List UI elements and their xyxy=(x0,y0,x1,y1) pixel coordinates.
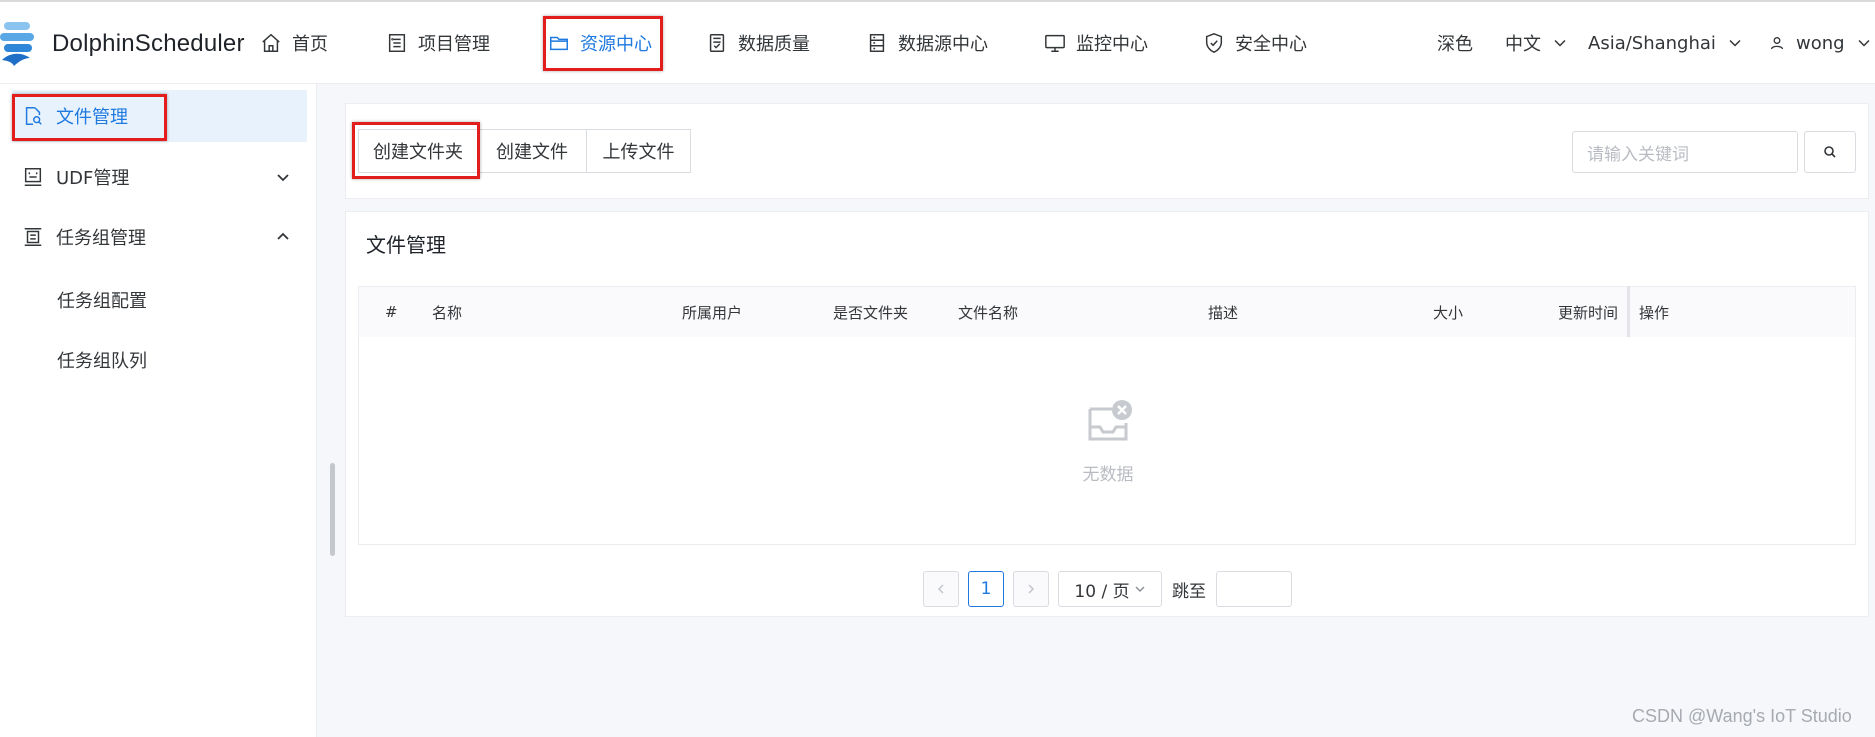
nav-datasource[interactable]: 数据源中心 xyxy=(866,2,988,84)
create-file-button[interactable]: 创建文件 xyxy=(477,129,587,173)
sidebar-item-label: UDF管理 xyxy=(56,168,130,189)
chevron-down-icon xyxy=(1858,39,1870,47)
chevron-down-icon xyxy=(1729,39,1741,47)
language-label: 中文 xyxy=(1505,34,1541,55)
column-header-description[interactable]: 描述 xyxy=(1208,287,1238,337)
nav-monitor-label: 监控中心 xyxy=(1076,34,1148,55)
timezone-select[interactable]: Asia/Shanghai xyxy=(1588,2,1742,84)
search-input[interactable]: 请输入关键词 xyxy=(1572,131,1798,173)
language-select[interactable]: 中文 xyxy=(1505,2,1567,84)
prev-page-button[interactable] xyxy=(923,571,959,607)
upload-file-button[interactable]: 上传文件 xyxy=(586,129,691,173)
dolphin-logo-icon xyxy=(0,16,52,72)
nav-project[interactable]: 项目管理 xyxy=(386,2,490,84)
nav-data-quality-label: 数据质量 xyxy=(738,34,810,55)
chevron-right-icon xyxy=(1028,584,1035,594)
theme-toggle[interactable]: 深色 xyxy=(1437,2,1473,84)
nav-monitor[interactable]: 监控中心 xyxy=(1044,2,1148,84)
page-jump-label: 跳至 xyxy=(1172,582,1206,602)
monitor-icon xyxy=(1045,34,1065,52)
scrollbar-thumb[interactable] xyxy=(330,463,335,556)
top-navbar: DolphinScheduler 首页 项目管理 资源中心 数据质量 数据源中心… xyxy=(0,0,1875,84)
home-icon xyxy=(262,33,280,52)
app-name: DolphinScheduler xyxy=(52,30,245,57)
page-size-select[interactable]: 10 / 页 xyxy=(1058,571,1162,607)
sidebar: 文件管理 UDF管理 任务组管理 任务组配置 任务组队列 xyxy=(0,84,317,737)
sidebar-item-label: 文件管理 xyxy=(56,107,128,128)
table-header: # 名称 所属用户 是否文件夹 文件名称 描述 大小 更新时间 操作 xyxy=(358,286,1856,338)
nav-resource-center[interactable]: 资源中心 xyxy=(548,2,652,84)
column-header-file-name[interactable]: 文件名称 xyxy=(958,287,1018,337)
column-header-name[interactable]: 名称 xyxy=(432,287,462,337)
search-placeholder: 请输入关键词 xyxy=(1587,144,1689,165)
chevron-left-icon xyxy=(937,584,944,594)
watermark-text: CSDN @Wang's IoT Studio xyxy=(1632,706,1852,726)
folder-icon xyxy=(550,36,568,51)
sidebar-item-label: 任务组管理 xyxy=(56,228,146,249)
sidebar-item-file-management[interactable]: 文件管理 xyxy=(12,90,307,142)
nav-resource-center-label: 资源中心 xyxy=(580,34,652,55)
column-header-is-folder[interactable]: 是否文件夹 xyxy=(833,287,908,337)
column-header-size[interactable]: 大小 xyxy=(1433,287,1463,337)
user-name: wong xyxy=(1796,32,1845,54)
app-logo[interactable]: DolphinScheduler xyxy=(0,16,245,72)
page-number-current[interactable]: 1 xyxy=(968,571,1004,607)
search-button[interactable] xyxy=(1804,131,1856,173)
sidebar-subitem-task-group-queue[interactable]: 任务组队列 xyxy=(57,347,147,373)
theme-label: 深色 xyxy=(1437,34,1473,55)
user-icon xyxy=(1770,37,1784,50)
nav-home-label: 首页 xyxy=(292,34,328,55)
nav-project-label: 项目管理 xyxy=(418,34,490,55)
shield-icon xyxy=(1205,33,1223,53)
sidebar-item-task-group[interactable]: 任务组管理 xyxy=(12,211,307,263)
task-group-icon xyxy=(24,228,42,246)
nav-security[interactable]: 安全中心 xyxy=(1203,2,1307,84)
empty-state-text: 无数据 xyxy=(1082,465,1134,485)
create-folder-button[interactable]: 创建文件夹 xyxy=(358,129,478,173)
column-divider xyxy=(1627,286,1630,338)
card-title: 文件管理 xyxy=(366,233,446,257)
chevron-down-icon xyxy=(277,174,289,182)
nav-security-label: 安全中心 xyxy=(1235,34,1307,55)
project-list-icon xyxy=(388,34,406,52)
column-header-owner[interactable]: 所属用户 xyxy=(682,287,742,337)
data-quality-icon xyxy=(709,34,725,52)
page-size-label: 10 / 页 xyxy=(1074,581,1130,602)
nav-datasource-label: 数据源中心 xyxy=(898,34,988,55)
timezone-label: Asia/Shanghai xyxy=(1588,32,1716,54)
search-icon xyxy=(1824,146,1836,158)
chevron-down-icon xyxy=(1135,586,1145,592)
next-page-button[interactable] xyxy=(1013,571,1049,607)
nav-home[interactable]: 首页 xyxy=(260,2,328,84)
sidebar-item-udf[interactable]: UDF管理 xyxy=(12,151,307,203)
empty-inbox-icon xyxy=(1082,397,1134,445)
sidebar-subitem-task-group-config[interactable]: 任务组配置 xyxy=(57,287,147,313)
datasource-icon xyxy=(869,34,885,52)
chevron-down-icon xyxy=(1554,39,1566,47)
file-search-icon xyxy=(25,107,42,125)
chevron-up-icon xyxy=(277,232,289,240)
nav-data-quality[interactable]: 数据质量 xyxy=(706,2,810,84)
udf-icon xyxy=(24,168,42,186)
user-menu[interactable]: wong xyxy=(1770,2,1871,84)
column-header-index: # xyxy=(385,303,398,321)
page-jump-input[interactable] xyxy=(1216,571,1292,607)
column-header-update-time[interactable]: 更新时间 xyxy=(1558,287,1618,337)
column-header-actions: 操作 xyxy=(1639,303,1670,322)
